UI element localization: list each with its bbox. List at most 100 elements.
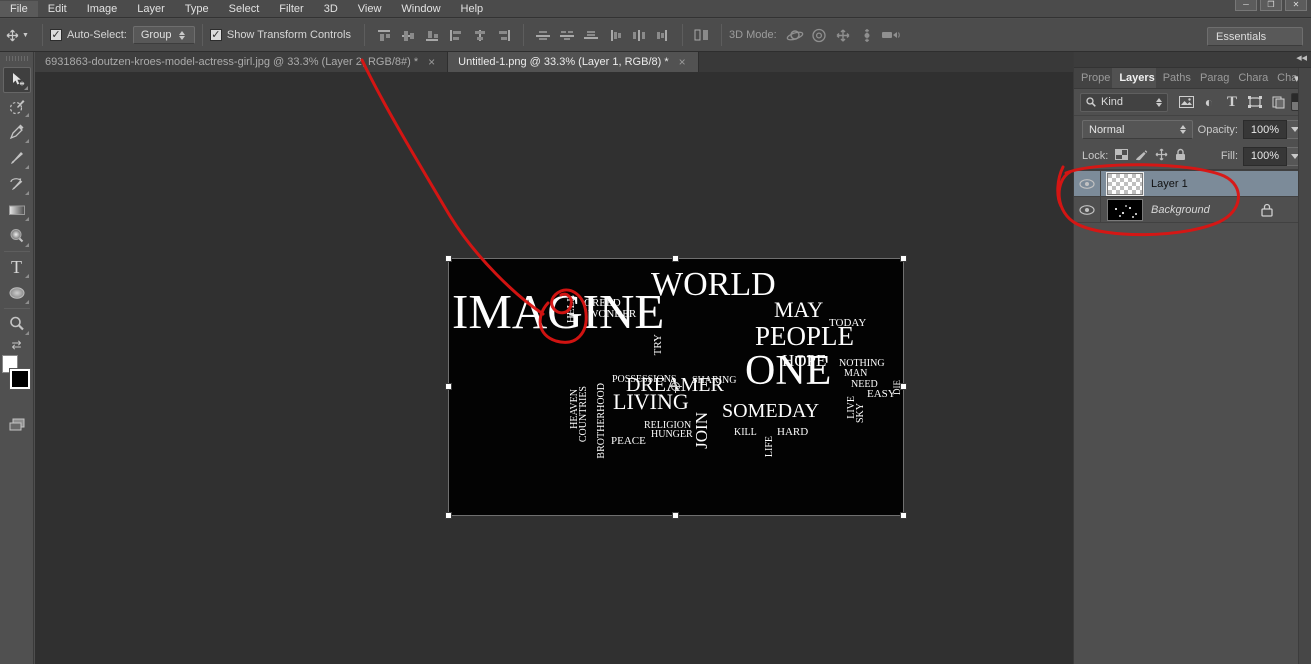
align-horizontal-centers-button[interactable] (468, 25, 492, 45)
3d-slide-icon[interactable] (855, 25, 879, 45)
pasteboard[interactable]: HELLGREEDWONDERWORLDMAYTODAYIMAGINETRYPE… (35, 72, 1073, 664)
filter-shape-layers-button[interactable] (1245, 93, 1265, 111)
panel-tab-prope[interactable]: Prope (1074, 68, 1112, 88)
tool-preset-picker[interactable]: ▼ (0, 29, 35, 42)
menu-item-help[interactable]: Help (451, 1, 494, 17)
collapse-panels-icon[interactable]: ◀◀ (1296, 54, 1307, 62)
menu-item-view[interactable]: View (348, 1, 392, 17)
layer-thumbnail[interactable] (1107, 173, 1143, 195)
panel-tab-parag[interactable]: Parag (1193, 68, 1231, 88)
filter-kind-dropdown[interactable]: Kind (1080, 93, 1168, 112)
transform-center-point[interactable] (671, 382, 680, 391)
lock-position-button[interactable] (1155, 148, 1168, 164)
move-tool[interactable] (3, 67, 31, 93)
align-right-edges-button[interactable] (492, 25, 516, 45)
layer-row-layer-1[interactable]: Layer 1 (1074, 171, 1311, 197)
menu-item-select[interactable]: Select (219, 1, 270, 17)
3d-pan-icon[interactable] (831, 25, 855, 45)
separator (682, 24, 683, 46)
3d-zoom-camera-icon[interactable] (879, 25, 903, 45)
lock-row: Lock: Fill: 100% (1074, 143, 1311, 170)
panel-tab-paths[interactable]: Paths (1156, 68, 1193, 88)
show-transform-checkbox[interactable]: ✓ (210, 29, 222, 41)
blend-mode-dropdown[interactable]: Normal (1082, 120, 1193, 139)
layer-name[interactable]: Layer 1 (1151, 178, 1188, 190)
transform-handle-sw[interactable] (445, 512, 452, 519)
align-top-edges-button[interactable] (372, 25, 396, 45)
collapsed-dock-strip[interactable] (1298, 68, 1311, 664)
filter-pixel-layers-button[interactable] (1176, 93, 1196, 111)
menu-item-3d[interactable]: 3D (314, 1, 348, 17)
filter-smart-objects-button[interactable] (1268, 93, 1288, 111)
panel-tab-layers[interactable]: Layers (1112, 68, 1155, 88)
layer-row-background[interactable]: Background (1074, 197, 1311, 223)
brush-tool[interactable] (3, 145, 31, 171)
menu-bar: FileEditImageLayerTypeSelectFilter3DView… (0, 0, 1311, 18)
3d-orbit-icon[interactable] (783, 25, 807, 45)
background-color-swatch[interactable] (10, 369, 30, 389)
close-button[interactable]: ✕ (1285, 0, 1307, 11)
distribute-horizontal-centers-button[interactable] (627, 25, 651, 45)
auto-align-layers-button[interactable] (690, 25, 714, 45)
workspace-switcher-button[interactable]: Essentials (1207, 27, 1303, 46)
menu-item-edit[interactable]: Edit (38, 1, 77, 17)
swap-colors-button[interactable]: ⇄ (3, 337, 31, 353)
align-bottom-edges-button[interactable] (420, 25, 444, 45)
tab-close-icon[interactable]: × (426, 55, 437, 69)
document-tab-2[interactable]: Untitled-1.png @ 33.3% (Layer 1, RGB/8) … (448, 52, 699, 72)
separator (364, 24, 365, 46)
align-vertical-centers-button[interactable] (396, 25, 420, 45)
lock-transparency-button[interactable] (1115, 149, 1128, 163)
3d-roll-icon[interactable] (807, 25, 831, 45)
transform-handle-s[interactable] (672, 512, 679, 519)
fill-value[interactable]: 100% (1243, 147, 1287, 166)
dodge-tool[interactable] (3, 223, 31, 249)
menu-item-type[interactable]: Type (175, 1, 219, 17)
transform-handle-se[interactable] (900, 512, 907, 519)
filter-type-layers-button[interactable]: T (1222, 93, 1242, 111)
transform-handle-w[interactable] (445, 383, 452, 390)
panel-tab-chara[interactable]: Chara (1231, 68, 1270, 88)
layer-thumbnail[interactable] (1107, 199, 1143, 221)
transform-handle-nw[interactable] (445, 255, 452, 262)
menu-item-image[interactable]: Image (77, 1, 128, 17)
eyedropper-tool[interactable] (3, 119, 31, 145)
type-tool[interactable]: T (3, 254, 31, 280)
filter-adjustment-layers-button[interactable]: ◐ (1199, 93, 1219, 111)
document-canvas[interactable]: HELLGREEDWONDERWORLDMAYTODAYIMAGINETRYPE… (449, 259, 903, 515)
zoom-tool[interactable] (3, 311, 31, 337)
opacity-value[interactable]: 100% (1243, 120, 1287, 139)
quick-selection-tool[interactable] (3, 93, 31, 119)
menu-item-window[interactable]: Window (391, 1, 450, 17)
transform-handle-ne[interactable] (900, 255, 907, 262)
panel-grip-icon[interactable] (6, 56, 28, 61)
distribute-vertical-centers-button[interactable] (555, 25, 579, 45)
align-left-edges-button[interactable] (444, 25, 468, 45)
auto-select-checkbox[interactable]: ✓ (50, 29, 62, 41)
menu-item-file[interactable]: File (0, 1, 38, 17)
distribute-left-edges-button[interactable] (603, 25, 627, 45)
document-tab-1[interactable]: 6931863-doutzen-kroes-model-actress-girl… (35, 52, 448, 72)
menu-item-layer[interactable]: Layer (127, 1, 175, 17)
ellipse-shape-tool[interactable] (3, 280, 31, 306)
distribute-bottom-edges-button[interactable] (579, 25, 603, 45)
layer-visibility-eye-icon[interactable] (1074, 171, 1101, 196)
distribute-right-edges-button[interactable] (651, 25, 675, 45)
menu-item-filter[interactable]: Filter (269, 1, 313, 17)
gradient-tool[interactable] (3, 197, 31, 223)
separator (523, 24, 524, 46)
screen-mode-button[interactable] (3, 411, 31, 437)
lock-all-button[interactable] (1175, 148, 1186, 164)
lock-pixels-button[interactable] (1135, 149, 1148, 164)
transform-handle-n[interactable] (672, 255, 679, 262)
transform-handle-e[interactable] (900, 383, 907, 390)
history-brush-tool[interactable] (3, 171, 31, 197)
minimize-button[interactable]: ─ (1235, 0, 1257, 11)
restore-button[interactable]: ❐ (1260, 0, 1282, 11)
tab-close-icon[interactable]: × (677, 55, 688, 69)
separator (4, 251, 30, 252)
auto-select-target-dropdown[interactable]: Group (133, 26, 195, 44)
layer-visibility-eye-icon[interactable] (1074, 197, 1101, 222)
distribute-top-edges-button[interactable] (531, 25, 555, 45)
layer-name[interactable]: Background (1151, 204, 1210, 216)
